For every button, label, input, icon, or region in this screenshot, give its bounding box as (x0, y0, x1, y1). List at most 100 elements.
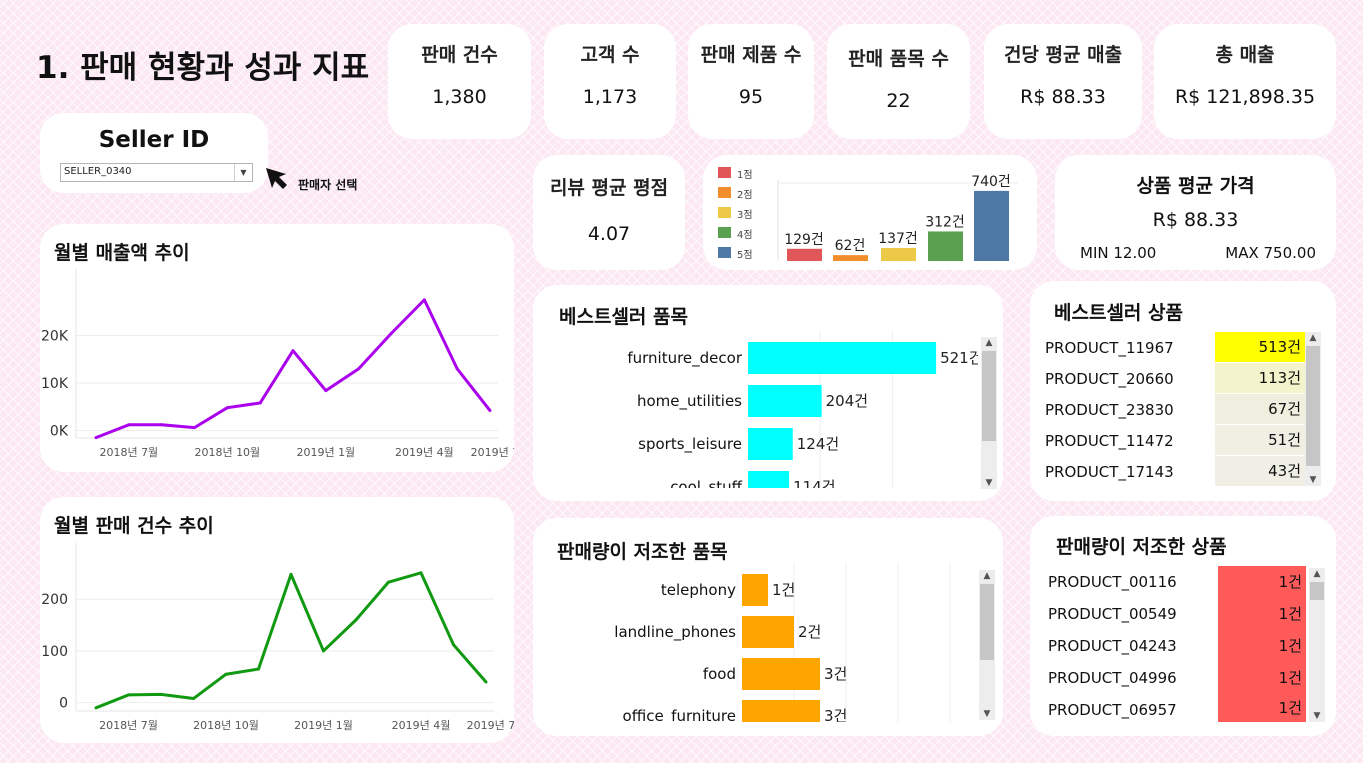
bar-value-label: 137건 (878, 231, 918, 247)
legend-item-3: 3점 (718, 205, 768, 221)
category-label: home_utilities (637, 392, 742, 411)
product-sales-cell: 43건 (1215, 456, 1305, 486)
kpi-value: R$ 88.33 (1020, 86, 1106, 108)
kpi-value: 1,380 (432, 86, 487, 108)
kpi-value: R$ 121,898.35 (1174, 86, 1316, 108)
scroll-down-icon[interactable]: ▼ (981, 477, 997, 489)
data-point (225, 406, 229, 410)
category-label: food (703, 665, 736, 683)
kpi-label: 판매 제품 수 (700, 44, 802, 66)
bar (742, 700, 820, 722)
price-min: MIN 12.00 (1080, 244, 1157, 262)
x-tick-label: 2018년 10월 (193, 719, 259, 732)
best-categories-card: 베스트셀러 품목 furniture_decor 521건 home_utiliti… (533, 285, 1003, 501)
legend-swatch (718, 167, 731, 178)
x-tick-label: 2018년 7월 (99, 446, 158, 459)
worst-categories-title: 판매량이 저조한 품목 (557, 541, 728, 563)
legend-item-4: 4점 (718, 225, 768, 241)
product-sales-cell: 1건 (1218, 630, 1306, 662)
worst-categories-scrollbar[interactable]: ▲ ▼ (979, 570, 995, 720)
category-label: furniture_decor (627, 349, 742, 368)
scroll-thumb[interactable] (980, 584, 994, 660)
y-tick-label: 0K (50, 424, 69, 440)
bar (974, 190, 1009, 261)
data-point (419, 571, 423, 575)
review-avg-value: 4.07 (587, 223, 631, 245)
legend-label: 3점 (737, 210, 753, 221)
kpi-value: 95 (738, 86, 764, 108)
worst-products-card: 판매량이 저조한 상품 PRODUCT_00116 1건 PRODUCT_005… (1030, 516, 1336, 736)
kpi-customer-count-card: 고객 수 1,173 (544, 24, 676, 139)
worst-categories-card: 판매량이 저조한 품목 telephony 1건 landline_phones 2건… (533, 518, 1003, 736)
scroll-up-icon[interactable]: ▲ (1309, 568, 1325, 580)
data-point (322, 649, 325, 653)
scroll-down-icon[interactable]: ▼ (1305, 474, 1321, 486)
category-label: landline_phones (614, 623, 736, 642)
data-point (324, 389, 328, 393)
x-tick-label: 2018년 7월 (99, 719, 158, 732)
chevron-down-icon[interactable]: ▼ (234, 164, 252, 181)
scroll-thumb[interactable] (982, 351, 996, 441)
data-point (159, 692, 163, 696)
product-sales-cell: 51건 (1215, 425, 1305, 455)
scroll-thumb[interactable] (1306, 346, 1320, 466)
best-categories-scrollbar[interactable]: ▲ ▼ (981, 337, 997, 489)
x-tick-label: 2019년 1월 (294, 719, 353, 732)
product-sales-cell: 513건 (1215, 332, 1305, 362)
product-sales-cell: 1건 (1218, 662, 1306, 694)
x-tick-label: 2019년 1월 (296, 446, 355, 459)
x-tick-label: 2018년 10월 (194, 446, 260, 459)
scroll-up-icon[interactable]: ▲ (981, 337, 997, 349)
kpi-value: 22 (886, 90, 911, 112)
scroll-down-icon[interactable]: ▼ (1309, 710, 1325, 722)
monthly-sales-chart: 0K 10K 20K 2018년 7월 2018년 10월 2019년 1월 2019년 4… (41, 268, 514, 459)
bar-value-label: 1건 (772, 581, 795, 599)
best-products-card: 베스트셀러 상품 PRODUCT_11967 513건 PRODUCT_2066… (1030, 281, 1336, 501)
best-categories-chart: furniture_decor 521건 home_utilities 204건 spo… (627, 330, 978, 488)
best-products-scrollbar[interactable]: ▲ ▼ (1305, 332, 1321, 486)
y-tick-label: 200 (41, 592, 68, 608)
worst-products-scrollbar[interactable]: ▲ ▼ (1309, 568, 1325, 722)
monthly-count-title: 월별 판매 건수 추이 (54, 515, 214, 537)
bar (748, 471, 790, 488)
seller-dropdown-value: SELLER_0340 (64, 166, 132, 177)
legend-item-1: 1점 (718, 165, 768, 181)
y-tick-label: 0 (59, 696, 68, 712)
scroll-down-icon[interactable]: ▼ (979, 708, 995, 720)
product-name: PRODUCT_06957 (1048, 701, 1177, 719)
bar-value-label: 312건 (925, 214, 965, 230)
scroll-up-icon[interactable]: ▲ (1305, 332, 1321, 344)
series-line (95, 571, 488, 710)
review-avg-card: 리뷰 평균 평점 4.07 (533, 155, 685, 270)
seller-dropdown[interactable]: SELLER_0340 ▼ (60, 163, 253, 182)
legend-label: 5점 (737, 250, 753, 261)
data-point (94, 436, 98, 440)
legend-swatch (718, 227, 731, 238)
category-label: telephony (661, 581, 736, 599)
scroll-thumb[interactable] (1310, 582, 1324, 600)
worst-products-title: 판매량이 저조한 상품 (1056, 536, 1227, 558)
kpi-avg-order-card: 건당 평균 매출 R$ 88.33 (984, 24, 1142, 139)
bar-value-label: 3건 (824, 707, 847, 722)
bar-value-label: 62건 (835, 238, 866, 254)
data-point (192, 697, 195, 701)
kpi-total-revenue-card: 총 매출 R$ 121,898.35 (1154, 24, 1336, 139)
monthly-count-card: 월별 판매 건수 추이 0 100 200 2018년 7월 2018년 10월 2019… (40, 497, 514, 743)
legend-label: 2점 (737, 190, 753, 201)
price-avg-card: 상품 평균 가격 R$ 88.33 MIN 12.00 MAX 750.00 (1055, 155, 1336, 270)
series-line (95, 298, 492, 440)
product-sales-cell: 1건 (1218, 566, 1306, 598)
scroll-up-icon[interactable]: ▲ (979, 570, 995, 582)
x-tick-label: 2019년 4월 (392, 719, 451, 732)
bar (748, 342, 937, 374)
bar (742, 658, 820, 690)
best-categories-title: 베스트셀러 품목 (559, 306, 688, 328)
data-point (488, 409, 492, 413)
bar-value-label: 114건 (793, 478, 835, 488)
product-sales-cell: 113건 (1215, 363, 1305, 393)
monthly-sales-card: 월별 매출액 추이 0K 10K 20K 2018년 7월 2018년 10월 2019년… (40, 224, 514, 472)
seller-select-hint: 판매자 선택 (298, 178, 358, 192)
price-avg-value: R$ 88.33 (1152, 209, 1239, 231)
bar-value-label: 129건 (784, 232, 824, 248)
kpi-label: 고객 수 (580, 44, 640, 66)
